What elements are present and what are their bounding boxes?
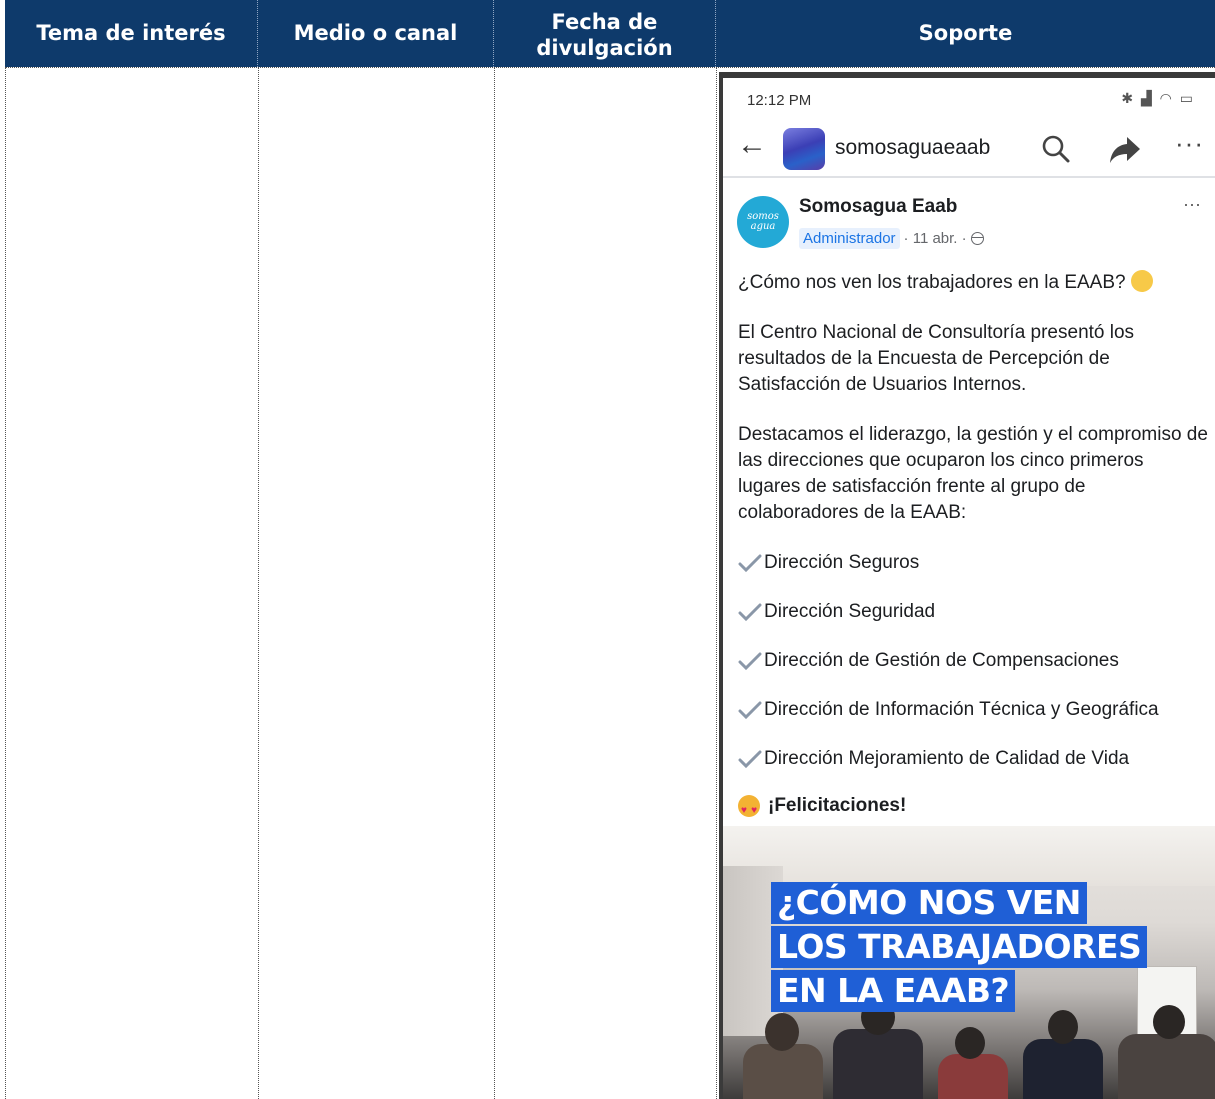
list-item-text: Dirección de Gestión de Compensaciones — [764, 650, 1119, 671]
table-col-border-1 — [258, 67, 259, 1099]
list-item: Dirección de Información Técnica y Geogr… — [738, 697, 1208, 723]
image-headline: ¿CÓMO NOS VEN LOS TRABAJADORES EN LA EAA… — [771, 882, 1148, 1014]
column-header-medio: Medio o canal — [258, 0, 494, 67]
column-header-fecha-line2: divulgación — [536, 35, 673, 60]
heart-eyes-emoji-icon — [738, 795, 760, 824]
list-item-text: Dirección Seguridad — [764, 601, 936, 622]
navbar-divider — [723, 176, 1215, 178]
column-header-fecha-line1: Fecha de — [551, 10, 658, 35]
admin-badge: Administrador — [799, 228, 900, 249]
column-header-fecha: Fecha de divulgación — [494, 0, 716, 67]
list-item-text: Dirección Seguros — [764, 552, 920, 573]
headline-line: ¿CÓMO NOS VEN — [771, 882, 1087, 924]
check-icon — [738, 603, 762, 622]
thinking-emoji-icon — [1130, 270, 1153, 292]
table-col-border-2 — [494, 67, 495, 1099]
table-header-divider — [5, 67, 1215, 68]
column-header-tema: Tema de interés — [5, 0, 258, 67]
list-item-text: Dirección Mejoramiento de Calidad de Vid… — [764, 748, 1130, 769]
post-date: · 11 abr. · — [903, 230, 967, 247]
bluetooth-icon: ✱ — [1121, 90, 1136, 106]
post-paragraph: Destacamos el liderazgo, la gestión y el… — [738, 424, 1208, 523]
list-item: Dirección Mejoramiento de Calidad de Vid… — [738, 746, 1208, 772]
globe-icon — [970, 232, 984, 245]
page-name[interactable]: somosaguaeaab — [835, 136, 990, 160]
battery-icon: ▭ — [1179, 90, 1195, 106]
page-avatar[interactable] — [783, 128, 825, 170]
author-avatar[interactable]: somos agua — [737, 196, 789, 248]
table-col-border-0 — [5, 67, 6, 1099]
post-question: ¿Cómo nos ven los trabajadores en la EAA… — [738, 272, 1126, 293]
post-paragraph: ¿Cómo nos ven los trabajadores en la EAA… — [738, 270, 1208, 296]
check-icon — [738, 652, 762, 671]
list-item-text: Dirección de Información Técnica y Geogr… — [764, 699, 1159, 720]
back-arrow-icon[interactable]: ← — [737, 130, 767, 160]
check-icon — [738, 701, 762, 720]
post-body: ¿Cómo nos ven los trabajadores en la EAA… — [738, 270, 1208, 824]
post-paragraph: El Centro Nacional de Consultoría presen… — [738, 322, 1135, 395]
post-closing: ¡Felicitaciones! — [738, 793, 1208, 824]
closing-text: ¡Felicitaciones! — [768, 795, 907, 816]
more-options-icon[interactable]: ··· — [1175, 128, 1204, 159]
post-image[interactable]: ¿CÓMO NOS VEN LOS TRABAJADORES EN LA EAA… — [723, 826, 1215, 1099]
photo-ceiling — [723, 826, 1215, 886]
headline-line: LOS TRABAJADORES — [771, 926, 1148, 968]
list-item: Dirección de Gestión de Compensaciones — [738, 648, 1208, 674]
table-col-border-3 — [716, 67, 717, 1099]
post-author[interactable]: Somosagua Eaab — [799, 196, 957, 218]
list-item: Dirección Seguros — [738, 550, 1208, 576]
support-screenshot: 12:12 PM ✱ ▟ ◠ ▭ ← somosaguaeaab ··· som… — [719, 72, 1215, 1099]
post-more-icon[interactable]: ··· — [1183, 194, 1201, 215]
check-icon — [738, 750, 762, 769]
post-meta: Administrador · 11 abr. · — [799, 228, 984, 249]
wifi-icon: ◠ — [1159, 90, 1174, 106]
page-navbar: ← somosaguaeaab ··· — [723, 122, 1215, 174]
signal-icon: ▟ — [1140, 90, 1154, 106]
headline-line: EN LA EAAB? — [771, 970, 1016, 1012]
search-icon[interactable] — [1039, 132, 1073, 166]
list-item: Dirección Seguridad — [738, 599, 1208, 625]
share-icon[interactable] — [1107, 132, 1143, 166]
phone-screen: 12:12 PM ✱ ▟ ◠ ▭ ← somosaguaeaab ··· som… — [723, 78, 1215, 1099]
status-time: 12:12 PM — [747, 92, 812, 109]
status-icons: ✱ ▟ ◠ ▭ — [1121, 90, 1195, 107]
column-header-soporte: Soporte — [716, 0, 1215, 67]
check-icon — [738, 554, 762, 573]
